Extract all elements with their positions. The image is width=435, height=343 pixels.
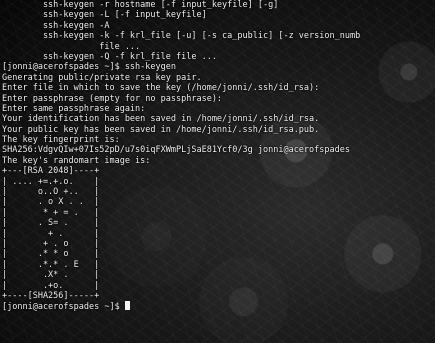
terminal-line: SHA256:VdgvQIw+07Is52pD/u7s0iqFXWmPLjSaE… — [2, 145, 350, 156]
terminal-line: The key's randomart image is: — [2, 155, 151, 166]
terminal-line: Enter same passphrase again: — [2, 103, 146, 114]
terminal-line: [jonni@acerofspades ~]$ ssh-keygen — [2, 62, 176, 73]
randomart-line: | .*.* . E | — [2, 259, 100, 270]
terminal-line: file ... — [2, 41, 141, 52]
randomart-line: | + . | — [2, 228, 100, 239]
terminal-line: Your public key has been saved in /home/… — [2, 124, 320, 135]
randomart-line: | . o X . . | — [2, 197, 100, 208]
prompt-line[interactable]: [jonni@acerofspades ~]$ — [2, 301, 360, 313]
randomart-line: | + . o | — [2, 238, 100, 249]
terminal-line: ssh-keygen -Q -f krl_file file ... — [2, 51, 217, 62]
randomart-line: | . S= . | — [2, 218, 100, 229]
terminal-line: Enter passphrase (empty for no passphras… — [2, 93, 223, 104]
terminal-line: Generating public/private rsa key pair. — [2, 72, 202, 83]
randomart-line: | .... +=.+.o. | — [2, 176, 100, 187]
terminal-line: The key fingerprint is: — [2, 135, 120, 146]
randomart-line: | .+o. | — [2, 280, 100, 291]
randomart-line: +---[RSA 2048]----+ — [2, 166, 100, 177]
terminal-line: Your identification has been saved in /h… — [2, 114, 320, 125]
terminal-line: Enter file in which to save the key (/ho… — [2, 83, 320, 94]
randomart-line: | * + = . | — [2, 207, 100, 218]
shell-prompt: [jonni@acerofspades ~]$ — [2, 302, 125, 313]
terminal-line: ssh-keygen -L [-f input_keyfile] — [2, 10, 207, 21]
randomart-line: +----[SHA256]-----+ — [2, 290, 100, 301]
terminal-line: ssh-keygen -A — [2, 20, 110, 31]
terminal-line: ssh-keygen -r hostname [-f input_keyfile… — [2, 0, 279, 10]
terminal-line: ssh-keygen -k -f krl_file [-u] [-s ca_pu… — [2, 31, 361, 42]
randomart-line: | o..O +.. | — [2, 187, 100, 198]
text-cursor — [124, 301, 130, 311]
randomart-line: | .* * o | — [2, 249, 100, 260]
randomart-line: | .X* . | — [2, 270, 100, 281]
terminal-output: ssh-keygen -r hostname [-f input_keyfile… — [2, 0, 360, 312]
terminal-window[interactable]: ssh-keygen -r hostname [-f input_keyfile… — [0, 0, 435, 343]
